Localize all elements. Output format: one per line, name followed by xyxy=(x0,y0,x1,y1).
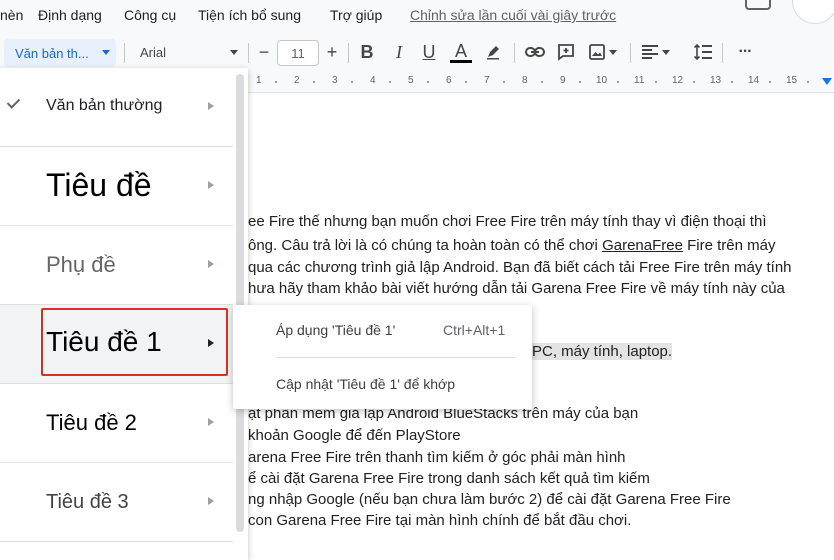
ruler-tick: 13 xyxy=(710,75,722,86)
bold-button[interactable]: B xyxy=(356,37,378,67)
chevron-down-icon xyxy=(230,50,238,55)
chevron-right-icon xyxy=(208,260,214,268)
update-heading-1-option[interactable]: Cập nhật 'Tiêu đề 1' để khớp xyxy=(276,376,455,392)
misspelled-word[interactable]: GarenaFree xyxy=(602,237,683,254)
ruler-tick: 9 xyxy=(560,75,566,86)
link-icon xyxy=(525,47,545,57)
style-normal-text[interactable]: Văn bản thường xyxy=(0,68,233,147)
highlight-color-button[interactable] xyxy=(482,37,504,67)
paragraph-line: hưa hãy tham khảo bài viết hướng dẫn tải… xyxy=(248,280,785,297)
style-heading-3[interactable]: Tiêu đề 3 xyxy=(0,463,233,542)
ruler-tick: 14 xyxy=(748,75,760,86)
toolbar-divider xyxy=(630,43,631,63)
paragraph-line: ee Fire thế nhưng bạn muốn chơi Free Fir… xyxy=(248,213,767,230)
style-label: Tiêu đề xyxy=(46,167,152,203)
toolbar-divider xyxy=(124,43,125,63)
menu-addons[interactable]: Tiện ích bổ sung xyxy=(198,7,301,23)
style-label: Văn bản thường xyxy=(46,97,163,114)
text-color-swatch xyxy=(450,59,472,63)
style-label: Phụ đề xyxy=(46,252,116,277)
style-subtitle[interactable]: Phụ đề xyxy=(0,226,233,305)
chevron-right-icon xyxy=(208,418,214,426)
comment-add-icon xyxy=(558,44,574,61)
right-indent-marker[interactable] xyxy=(822,78,832,85)
annotation-highlight-box xyxy=(41,308,228,376)
highlighter-icon xyxy=(487,46,499,60)
add-comment-button[interactable] xyxy=(554,37,578,67)
paragraph-line: qua các chương trình giả lập Android. Bạ… xyxy=(248,259,792,276)
style-label: Tiêu đề 3 xyxy=(46,491,129,513)
heading-1-submenu: Áp dụng 'Tiêu đề 1' Ctrl+Alt+1 Cập nhật … xyxy=(233,305,532,409)
font-family-select[interactable]: Arial xyxy=(140,37,240,67)
paragraph-line: ông. Câu trả lời là có chúng ta hoàn toà… xyxy=(248,237,776,254)
toolbar-divider xyxy=(348,43,349,63)
menu-bar: nèn Định dạng Công cụ Tiện ích bổ sung T… xyxy=(0,0,834,30)
underline-button[interactable]: U xyxy=(418,37,440,67)
apply-shortcut: Ctrl+Alt+1 xyxy=(443,322,506,338)
list-item: ể cài đặt Garena Free Fire trong danh sá… xyxy=(248,470,650,487)
selected-heading-text[interactable]: PC, máy tính, laptop. xyxy=(532,343,673,360)
last-edit-link[interactable]: Chỉnh sửa lần cuối vài giây trước xyxy=(410,7,616,23)
chevron-down-icon xyxy=(609,49,617,55)
text-color-button[interactable]: A xyxy=(448,37,474,67)
comment-icon[interactable] xyxy=(745,0,771,10)
ruler-tick: 12 xyxy=(672,75,684,86)
submenu-divider xyxy=(276,357,516,358)
font-family-value: Arial xyxy=(140,44,167,60)
menu-help[interactable]: Trợ giúp xyxy=(330,7,382,23)
ruler-tick: 3 xyxy=(332,75,338,86)
image-icon xyxy=(589,44,605,60)
align-left-icon xyxy=(642,45,658,59)
chevron-right-icon xyxy=(208,102,214,110)
menu-insert[interactable]: nèn xyxy=(0,7,23,23)
ruler-tick: 15 xyxy=(786,75,798,86)
insert-link-button[interactable] xyxy=(522,37,548,67)
ruler-tick: 1 xyxy=(256,75,262,86)
chevron-down-icon xyxy=(662,49,670,55)
toolbar-divider xyxy=(514,43,515,63)
menu-tools[interactable]: Công cụ xyxy=(124,7,176,23)
ruler-tick: 11 xyxy=(634,75,645,86)
ruler-tick: 5 xyxy=(408,75,414,86)
ruler-tick: 2 xyxy=(294,75,300,86)
decrease-font-size-button[interactable]: − xyxy=(254,37,274,67)
increase-font-size-button[interactable]: + xyxy=(322,37,342,67)
menu-format[interactable]: Định dạng xyxy=(38,7,102,23)
align-button[interactable] xyxy=(638,37,674,67)
more-options-button[interactable]: ··· xyxy=(732,37,758,67)
style-heading-2[interactable]: Tiêu đề 2 xyxy=(0,384,233,463)
style-label: Tiêu đề 2 xyxy=(46,410,137,435)
chevron-right-icon xyxy=(208,181,214,189)
chevron-right-icon xyxy=(208,497,214,505)
ruler-tick: 4 xyxy=(370,75,376,86)
ruler-tick: 8 xyxy=(522,75,528,86)
italic-button[interactable]: I xyxy=(388,37,410,67)
font-size-input[interactable]: 11 xyxy=(277,40,319,66)
chevron-down-icon xyxy=(102,50,110,55)
insert-image-button[interactable] xyxy=(586,37,620,67)
paragraph-style-value: Văn bản th... xyxy=(15,45,89,61)
list-item: con Garena Free Fire tại màn hình chính … xyxy=(248,512,632,529)
line-spacing-button[interactable] xyxy=(690,37,716,67)
check-icon xyxy=(6,95,21,109)
list-item: arena Free Fire trên thanh tìm kiếm ở gó… xyxy=(248,449,626,466)
ruler[interactable]: 1 2 3 4 5 6 7 8 9 10 11 12 13 14 15 xyxy=(248,72,834,93)
menu-scrollbar-thumb[interactable] xyxy=(236,74,244,532)
apply-heading-1-option[interactable]: Áp dụng 'Tiêu đề 1' xyxy=(276,322,395,338)
list-item: ng nhập Google (nếu bạn chưa làm bước 2)… xyxy=(248,491,731,508)
paragraph-style-select[interactable]: Văn bản th... xyxy=(4,39,116,67)
line-spacing-icon xyxy=(694,44,712,60)
text-color-icon: A xyxy=(454,40,467,61)
ruler-tick: 7 xyxy=(484,75,490,86)
list-item: khoản Google để đến PlayStore xyxy=(248,427,461,444)
toolbar: Văn bản th... Arial − 11 + B I U A ··· xyxy=(0,37,834,71)
style-title[interactable]: Tiêu đề xyxy=(0,147,233,226)
toolbar-divider xyxy=(248,43,249,63)
ruler-tick: 6 xyxy=(446,75,452,86)
avatar[interactable] xyxy=(792,0,834,24)
toolbar-divider xyxy=(722,43,723,63)
ruler-tick: 10 xyxy=(596,75,608,86)
